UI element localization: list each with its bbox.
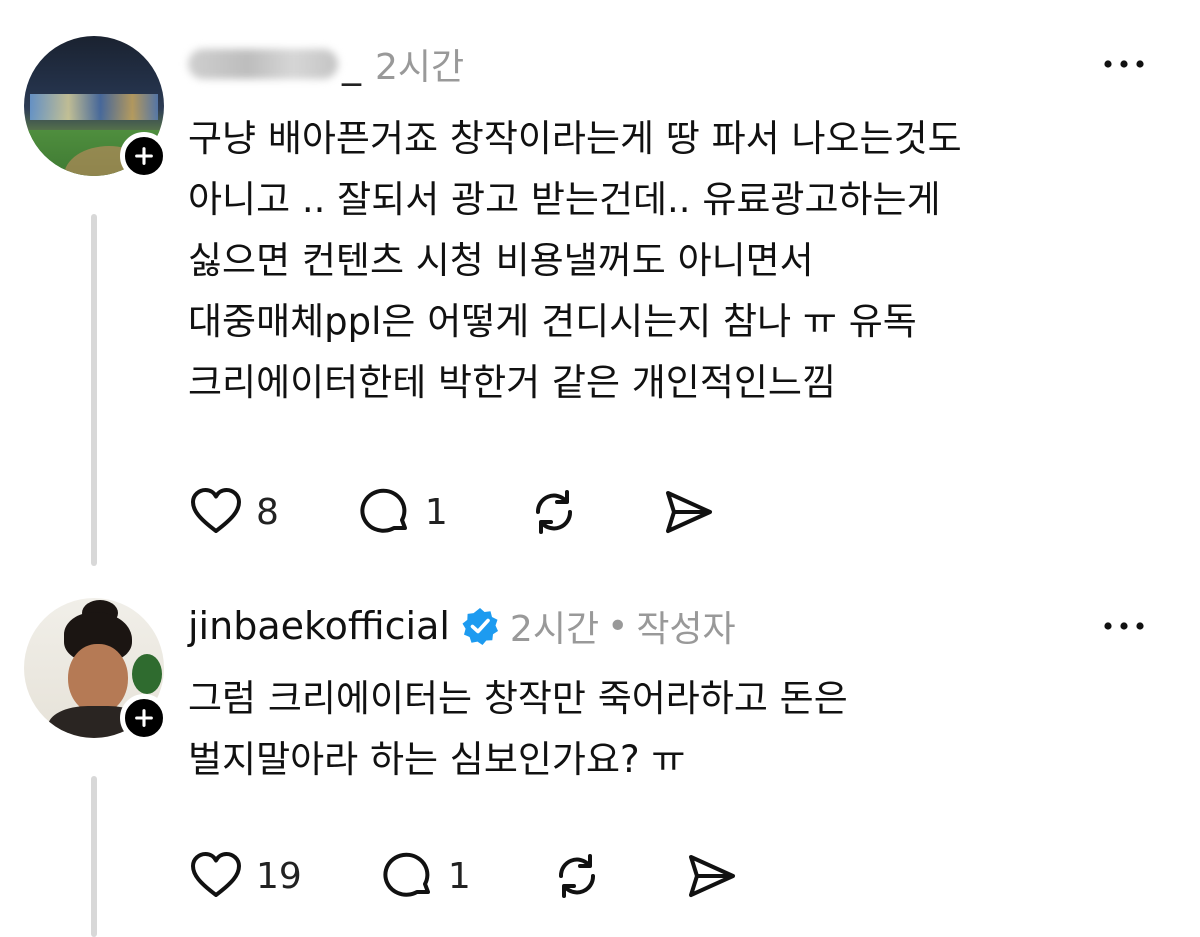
post-time: 2시간 (375, 47, 465, 88)
action-bar: 8 1 (188, 484, 794, 540)
post-body: 그럼 크리에이터는 창작만 죽어라하고 돈은 벌지말아라 하는 심보인가요? ㅠ (188, 668, 1148, 790)
reply-post: _ 2시간 구냥 배아픈거죠 창작이라는게 땅 파서 나오는것도 아니고 .. … (0, 0, 1200, 580)
post-line: 크리에이터한테 박한거 같은 개인적인느낌 (188, 361, 837, 404)
like-button[interactable]: 8 (188, 484, 279, 540)
post-line: 구냥 배아픈거죠 창작이라는게 땅 파서 나오는것도 (188, 117, 962, 160)
reply-count: 1 (424, 491, 448, 533)
heart-icon (191, 488, 241, 533)
threads-replies: _ 2시간 구냥 배아픈거죠 창작이라는게 땅 파서 나오는것도 아니고 .. … (0, 0, 1200, 937)
post-time: 2시간 (509, 609, 600, 650)
share-button[interactable] (683, 848, 739, 904)
post-header: jinbaekofficial 2시간 • 작성자 (188, 596, 736, 656)
repost-icon (558, 854, 595, 898)
action-bar: 19 1 (188, 848, 817, 904)
post-body: 구냥 배아픈거죠 창작이라는게 땅 파서 나오는것도 아니고 .. 잘되서 광고… (188, 108, 1148, 413)
username-tail[interactable]: _ (342, 42, 361, 86)
post-line: 아니고 .. 잘되서 광고 받는건데.. 유료광고하는게 (188, 178, 941, 221)
post-line: 싫으면 컨텐츠 시청 비용낼꺼도 아니면서 (188, 239, 814, 282)
post-header: _ 2시간 (188, 34, 464, 94)
more-icon (1104, 60, 1144, 68)
author-label: 작성자 (636, 609, 736, 650)
thread-line (91, 214, 97, 566)
repost-button[interactable] (526, 484, 582, 540)
repost-icon (535, 490, 572, 534)
heart-icon (191, 852, 241, 897)
send-icon (665, 491, 712, 533)
reply-count: 1 (447, 855, 471, 897)
comment-icon (383, 852, 430, 897)
reply-button[interactable]: 1 (380, 848, 471, 904)
like-count: 8 (256, 491, 279, 533)
post-line: 그럼 크리에이터는 창작만 죽어라하고 돈은 (188, 677, 848, 720)
verified-badge-icon (462, 608, 498, 645)
more-button[interactable] (1102, 616, 1146, 636)
post-line: 대중매체ppl은 어떻게 견디시는지 참나 ㅠ 유독 (188, 300, 917, 343)
username[interactable]: jinbaekofficial (188, 604, 450, 648)
post-line: 벌지말아라 하는 심보인가요? ㅠ (188, 738, 686, 781)
follow-button[interactable] (120, 132, 168, 180)
separator-dot: • (607, 605, 629, 647)
plus-icon (135, 147, 153, 165)
send-icon (688, 855, 735, 897)
avatar-container[interactable] (24, 36, 168, 180)
reply-post: jinbaekofficial 2시간 • 작성자 그럼 크리에이터는 창작만 … (0, 580, 1200, 937)
repost-button[interactable] (549, 848, 605, 904)
like-count: 19 (256, 855, 302, 897)
more-button[interactable] (1102, 54, 1146, 74)
avatar-container[interactable] (24, 598, 168, 742)
comment-icon (360, 488, 407, 533)
like-button[interactable]: 19 (188, 848, 302, 904)
thread-line (91, 776, 97, 937)
reply-button[interactable]: 1 (357, 484, 448, 540)
plant-background (132, 654, 162, 694)
stadium-lights (30, 94, 158, 120)
plus-icon (135, 709, 153, 727)
share-button[interactable] (660, 484, 716, 540)
follow-button[interactable] (120, 694, 168, 742)
face (68, 644, 128, 714)
username-blurred[interactable] (188, 49, 338, 79)
more-icon (1104, 622, 1144, 630)
